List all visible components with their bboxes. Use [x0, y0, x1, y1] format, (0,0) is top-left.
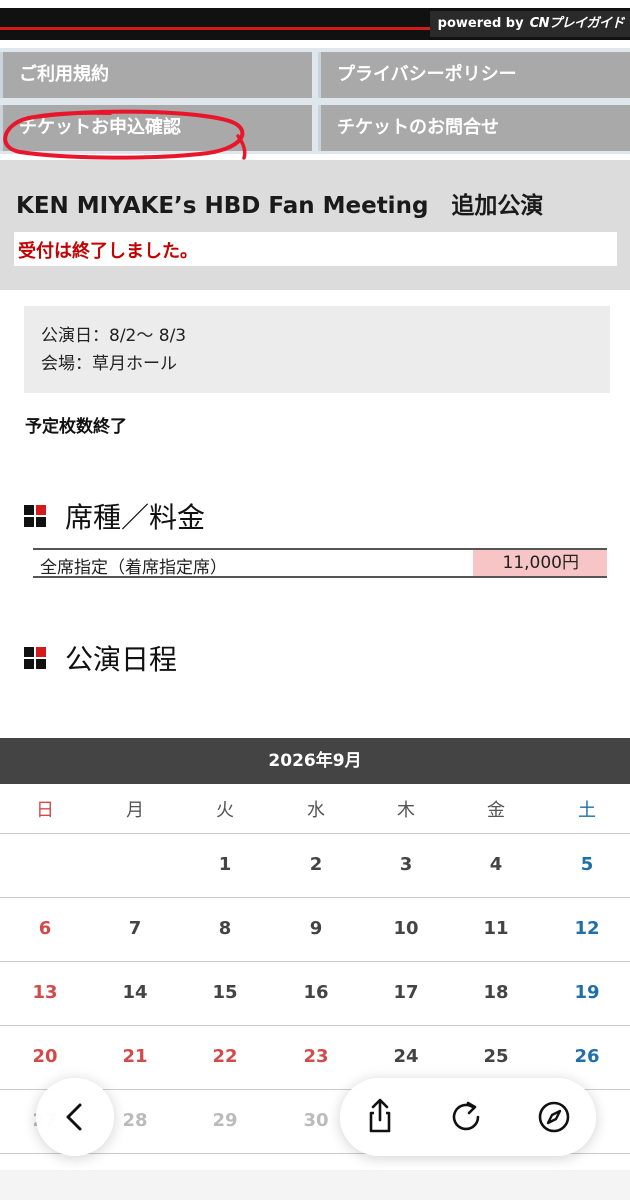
calendar-day[interactable]: 21 [90, 1046, 180, 1067]
back-icon[interactable] [55, 1097, 95, 1137]
section-square-icon [24, 646, 47, 670]
calendar-day[interactable]: 15 [180, 982, 270, 1003]
weekday-tue: 火 [216, 800, 234, 821]
weekday-sun: 日 [36, 800, 54, 821]
event-title: KEN MIYAKE’s HBD Fan Meeting 追加公演 [16, 193, 544, 219]
powered-by-text: powered by [437, 16, 524, 31]
calendar-weekday-row: 日 月 火 水 木 金 土 [0, 784, 630, 834]
calendar-day[interactable]: 12 [542, 918, 630, 939]
calendar-day[interactable]: 20 [0, 1046, 90, 1067]
reload-icon[interactable] [446, 1097, 486, 1137]
schedule-heading-label: 公演日程 [65, 643, 178, 676]
calendar-week: 13 14 15 16 17 18 19 [0, 962, 630, 1026]
pricing-heading: 席種／料金 [24, 496, 205, 536]
browser-back-pill [36, 1078, 114, 1156]
brand-bar-red-line [0, 27, 450, 30]
browser-toolbar-pill [340, 1078, 596, 1156]
calendar-day[interactable]: 22 [180, 1046, 270, 1067]
nav-grid: ご利用規約 プライバシーポリシー チケットお申込確認 チケットのお問合せ [0, 48, 630, 154]
top-brand-bar: powered by CNプレイガイド [0, 0, 630, 42]
status-closed-text: 受付は終了しました。 [18, 241, 198, 262]
calendar-day[interactable]: 18 [451, 982, 541, 1003]
section-square-icon [24, 504, 47, 528]
calendar-day[interactable]: 1 [180, 854, 270, 875]
calendar-day[interactable]: 3 [361, 854, 451, 875]
event-info-box: 公演日：8/2〜 8/3 会場：草月ホール [24, 306, 610, 393]
calendar-day[interactable]: 24 [361, 1046, 451, 1067]
calendar-day[interactable]: 4 [451, 854, 541, 875]
calendar-day[interactable]: 6 [0, 918, 90, 939]
event-title-block: KEN MIYAKE’s HBD Fan Meeting 追加公演 受付は終了し… [0, 160, 630, 290]
ticket-inquiry-button[interactable]: チケットのお問合せ [318, 105, 630, 151]
calendar-month-header: 2026年9月 [0, 738, 630, 784]
calendar-day[interactable]: 29 [180, 1110, 270, 1131]
share-icon[interactable] [360, 1097, 400, 1137]
seat-type: 全席指定（着席指定席） [40, 558, 227, 578]
calendar-day[interactable]: 13 [0, 982, 90, 1003]
calendar-day[interactable]: 17 [361, 982, 451, 1003]
event-dates: 公演日：8/2〜 8/3 [41, 326, 187, 346]
calendar-week: 6 7 8 9 10 11 12 [0, 898, 630, 962]
weekday-wed: 水 [307, 800, 325, 821]
schedule-heading: 公演日程 [24, 638, 177, 678]
calendar-day[interactable]: 14 [90, 982, 180, 1003]
weekday-sat: 土 [578, 800, 596, 821]
cn-playguide-logo: CNプレイガイド [529, 16, 625, 31]
calendar-day[interactable]: 5 [542, 854, 630, 875]
page-footer [0, 1170, 630, 1200]
calendar-day[interactable]: 11 [451, 918, 541, 939]
weekday-mon: 月 [126, 800, 144, 821]
weekday-thu: 木 [397, 800, 415, 821]
price-table: 全席指定（着席指定席） 11,000円 [33, 548, 607, 578]
calendar-day[interactable]: 19 [542, 982, 630, 1003]
calendar-day[interactable]: 9 [271, 918, 361, 939]
privacy-policy-button[interactable]: プライバシーポリシー [318, 52, 630, 98]
pricing-heading-label: 席種／料金 [65, 501, 206, 534]
calendar-day[interactable]: 10 [361, 918, 451, 939]
calendar-day[interactable]: 16 [271, 982, 361, 1003]
calendar-day[interactable]: 7 [90, 918, 180, 939]
remaining-status: 予定枚数終了 [25, 417, 127, 437]
seat-price: 11,000円 [473, 550, 607, 576]
weekday-fri: 金 [487, 800, 505, 821]
event-venue: 会場：草月ホール [41, 354, 177, 374]
powered-by-logo: powered by CNプレイガイド [429, 11, 630, 37]
status-box: 受付は終了しました。 [14, 232, 617, 266]
calendar-day[interactable]: 8 [180, 918, 270, 939]
ticket-confirm-button[interactable]: チケットお申込確認 [0, 105, 312, 151]
calendar-day[interactable]: 25 [451, 1046, 541, 1067]
calendar-day[interactable]: 2 [271, 854, 361, 875]
calendar-day[interactable]: 26 [542, 1046, 630, 1067]
compass-icon[interactable] [534, 1097, 574, 1137]
calendar-week: 1 2 3 4 5 [0, 834, 630, 898]
calendar-day[interactable]: 23 [271, 1046, 361, 1067]
terms-button[interactable]: ご利用規約 [0, 52, 312, 98]
